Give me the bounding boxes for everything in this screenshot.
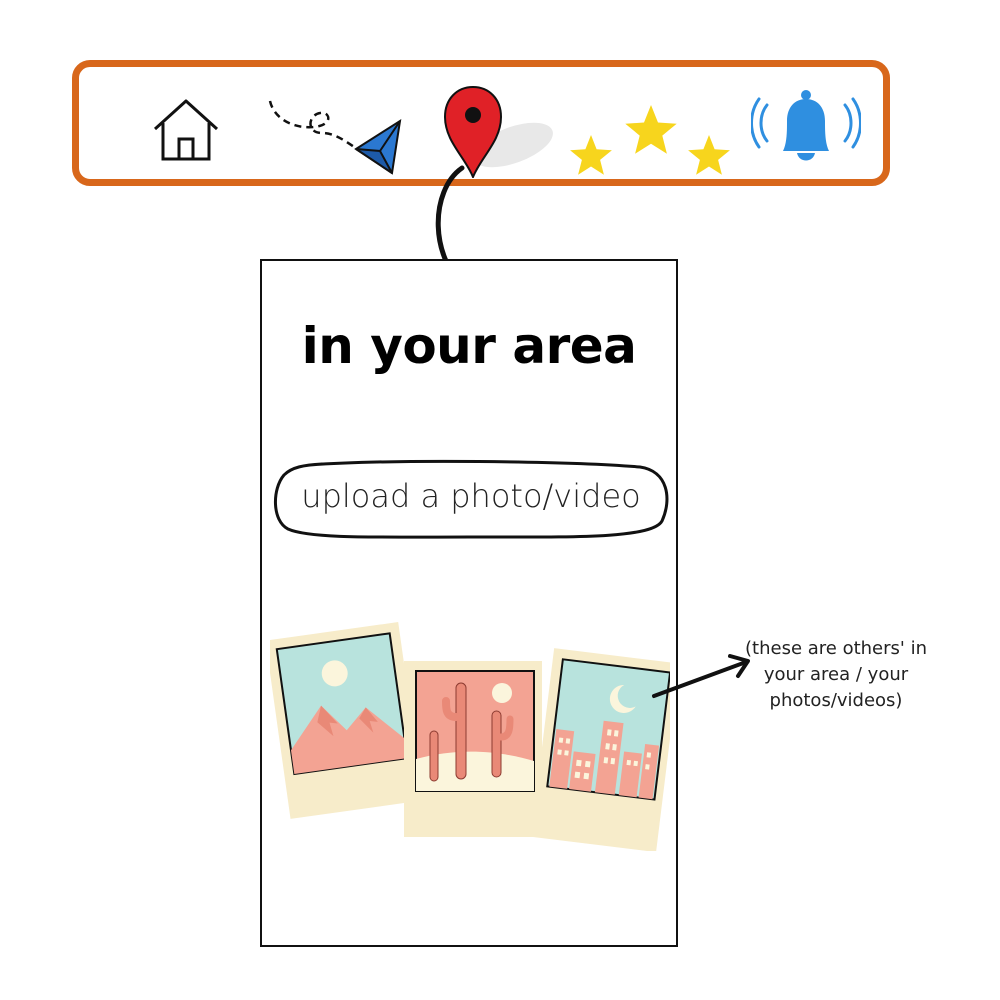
cactus-photo-icon[interactable] — [404, 661, 542, 837]
upload-button-label: upload a photo/video — [301, 477, 641, 515]
nav-reviews-button[interactable] — [567, 97, 737, 177]
photo-gallery — [270, 622, 670, 851]
page-title: in your area — [301, 317, 637, 375]
stars-icon — [570, 105, 730, 175]
annotation-note: (these are others' in your area / your p… — [716, 636, 956, 714]
mountain-photo-icon[interactable] — [270, 622, 424, 819]
paper-plane-icon — [268, 100, 402, 175]
annotation-line: photos/videos) — [769, 690, 903, 711]
nav-alerts-button[interactable] — [751, 87, 861, 167]
nav-home-button[interactable] — [151, 93, 221, 163]
annotation-line: (these are others' in — [745, 638, 927, 659]
upload-button[interactable]: upload a photo/video — [270, 459, 672, 543]
annotation-line: your area / your — [763, 664, 909, 685]
home-icon — [153, 99, 219, 161]
nav-send-button[interactable] — [264, 89, 404, 179]
bell-icon — [751, 90, 861, 161]
in-your-area-screen: in your area upload a photo/video — [260, 259, 678, 947]
